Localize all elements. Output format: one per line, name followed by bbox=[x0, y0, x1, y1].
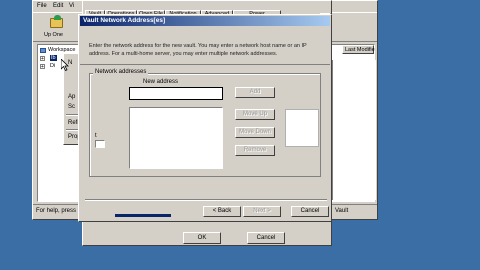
menu-edit[interactable]: Edit bbox=[53, 3, 63, 9]
tree-item[interactable]: Di bbox=[50, 63, 55, 69]
cursor-icon bbox=[61, 59, 69, 71]
workspace-icon bbox=[40, 48, 46, 53]
address-list[interactable] bbox=[129, 107, 223, 169]
dialog-title-bar: Vault Network Address[es] bbox=[80, 16, 330, 26]
progress-bar bbox=[115, 214, 171, 217]
add-address-button[interactable]: Add bbox=[235, 87, 275, 98]
back-button[interactable]: < Back bbox=[203, 206, 241, 217]
move-down-button[interactable]: Move Down bbox=[235, 127, 275, 138]
dialog-description: Enter the network address for the new va… bbox=[89, 43, 307, 57]
up-one-label: Up One bbox=[44, 32, 63, 38]
new-address-input[interactable] bbox=[129, 87, 223, 100]
cancel-button[interactable]: Cancel bbox=[291, 206, 329, 217]
tree-item[interactable]: Ib bbox=[50, 55, 57, 61]
context-menu-item[interactable]: Sc bbox=[68, 104, 75, 110]
dialog-footer-separator bbox=[85, 199, 327, 201]
new-address-label: New address bbox=[143, 79, 179, 85]
folder-up-icon bbox=[50, 15, 63, 28]
list-header-last-modified[interactable]: Last Modifie bbox=[342, 45, 375, 54]
status-text: For help, press bbox=[36, 208, 77, 214]
up-one-button[interactable]: Up One bbox=[41, 15, 71, 40]
context-menu-item[interactable]: Ap bbox=[68, 94, 75, 100]
menu-view[interactable]: Vi bbox=[69, 3, 74, 9]
properties-ok-button[interactable]: OK bbox=[183, 232, 221, 244]
list-scroll-area bbox=[332, 60, 376, 200]
next-button[interactable]: Next > bbox=[243, 206, 281, 217]
group-label: Network addresses bbox=[93, 69, 149, 76]
column-header-label: Last Modifie bbox=[345, 47, 375, 53]
expand-icon[interactable]: + bbox=[40, 64, 45, 70]
preview-box bbox=[285, 109, 319, 147]
side-checkbox[interactable] bbox=[95, 140, 105, 148]
dialog-title: Vault Network Address[es] bbox=[83, 17, 166, 24]
move-up-button[interactable]: Move Up bbox=[235, 109, 275, 120]
status-text-right: Vault bbox=[335, 208, 349, 214]
menu-file[interactable]: File bbox=[37, 3, 47, 9]
expand-icon[interactable]: + bbox=[40, 56, 45, 62]
properties-cancel-button[interactable]: Cancel bbox=[247, 232, 285, 244]
network-address-dialog: Vault Network Address[es] Enter the netw… bbox=[78, 14, 332, 222]
side-label: t bbox=[95, 133, 97, 139]
remove-button[interactable]: Remove bbox=[235, 145, 275, 156]
